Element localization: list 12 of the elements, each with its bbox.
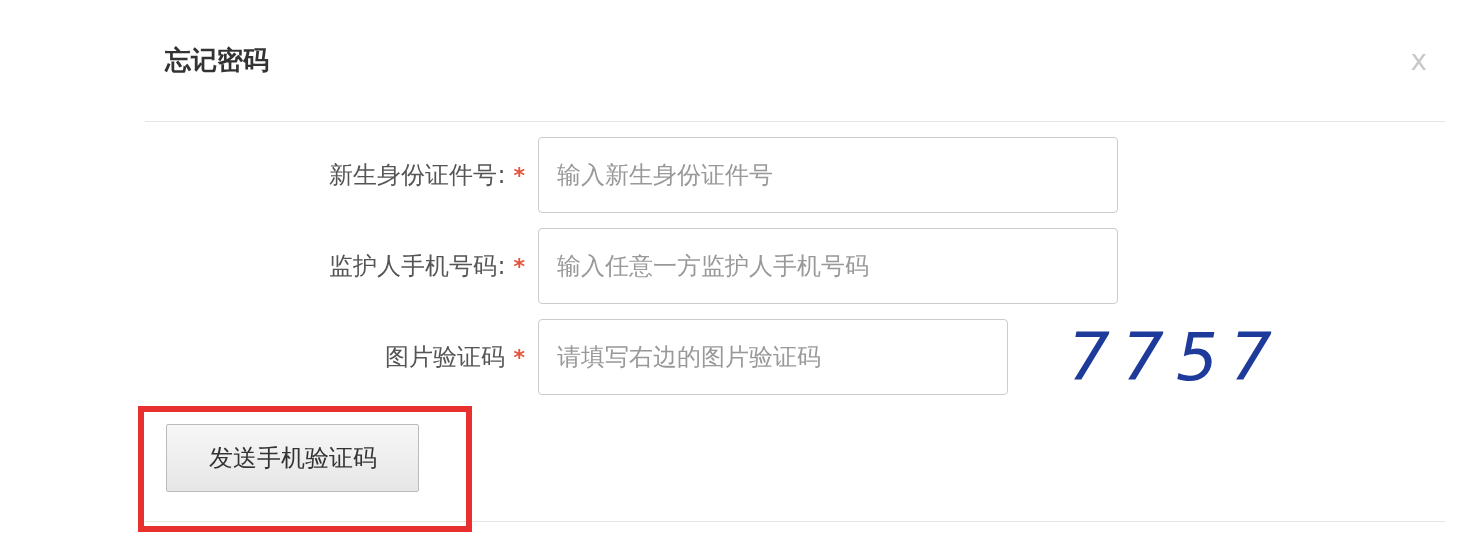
input-field[interactable]: 输入新生身份证件号 [538,137,1118,213]
field-label: 新生身份证件号: [329,160,506,191]
field-label: 监护人手机号码: [329,251,506,282]
input-field[interactable]: 输入任意一方监护人手机号码 [538,228,1118,304]
captcha-image[interactable]: 7757 [1068,318,1284,396]
input-field[interactable]: 请填写右边的图片验证码 [538,319,1008,395]
required-mark: * [513,162,525,188]
dialog-title: 忘记密码 [165,44,269,77]
required-mark: * [513,344,525,370]
send-code-button[interactable]: 发送手机验证码 [166,424,419,492]
required-mark: * [513,253,525,279]
field-label: 图片验证码 [385,342,506,373]
